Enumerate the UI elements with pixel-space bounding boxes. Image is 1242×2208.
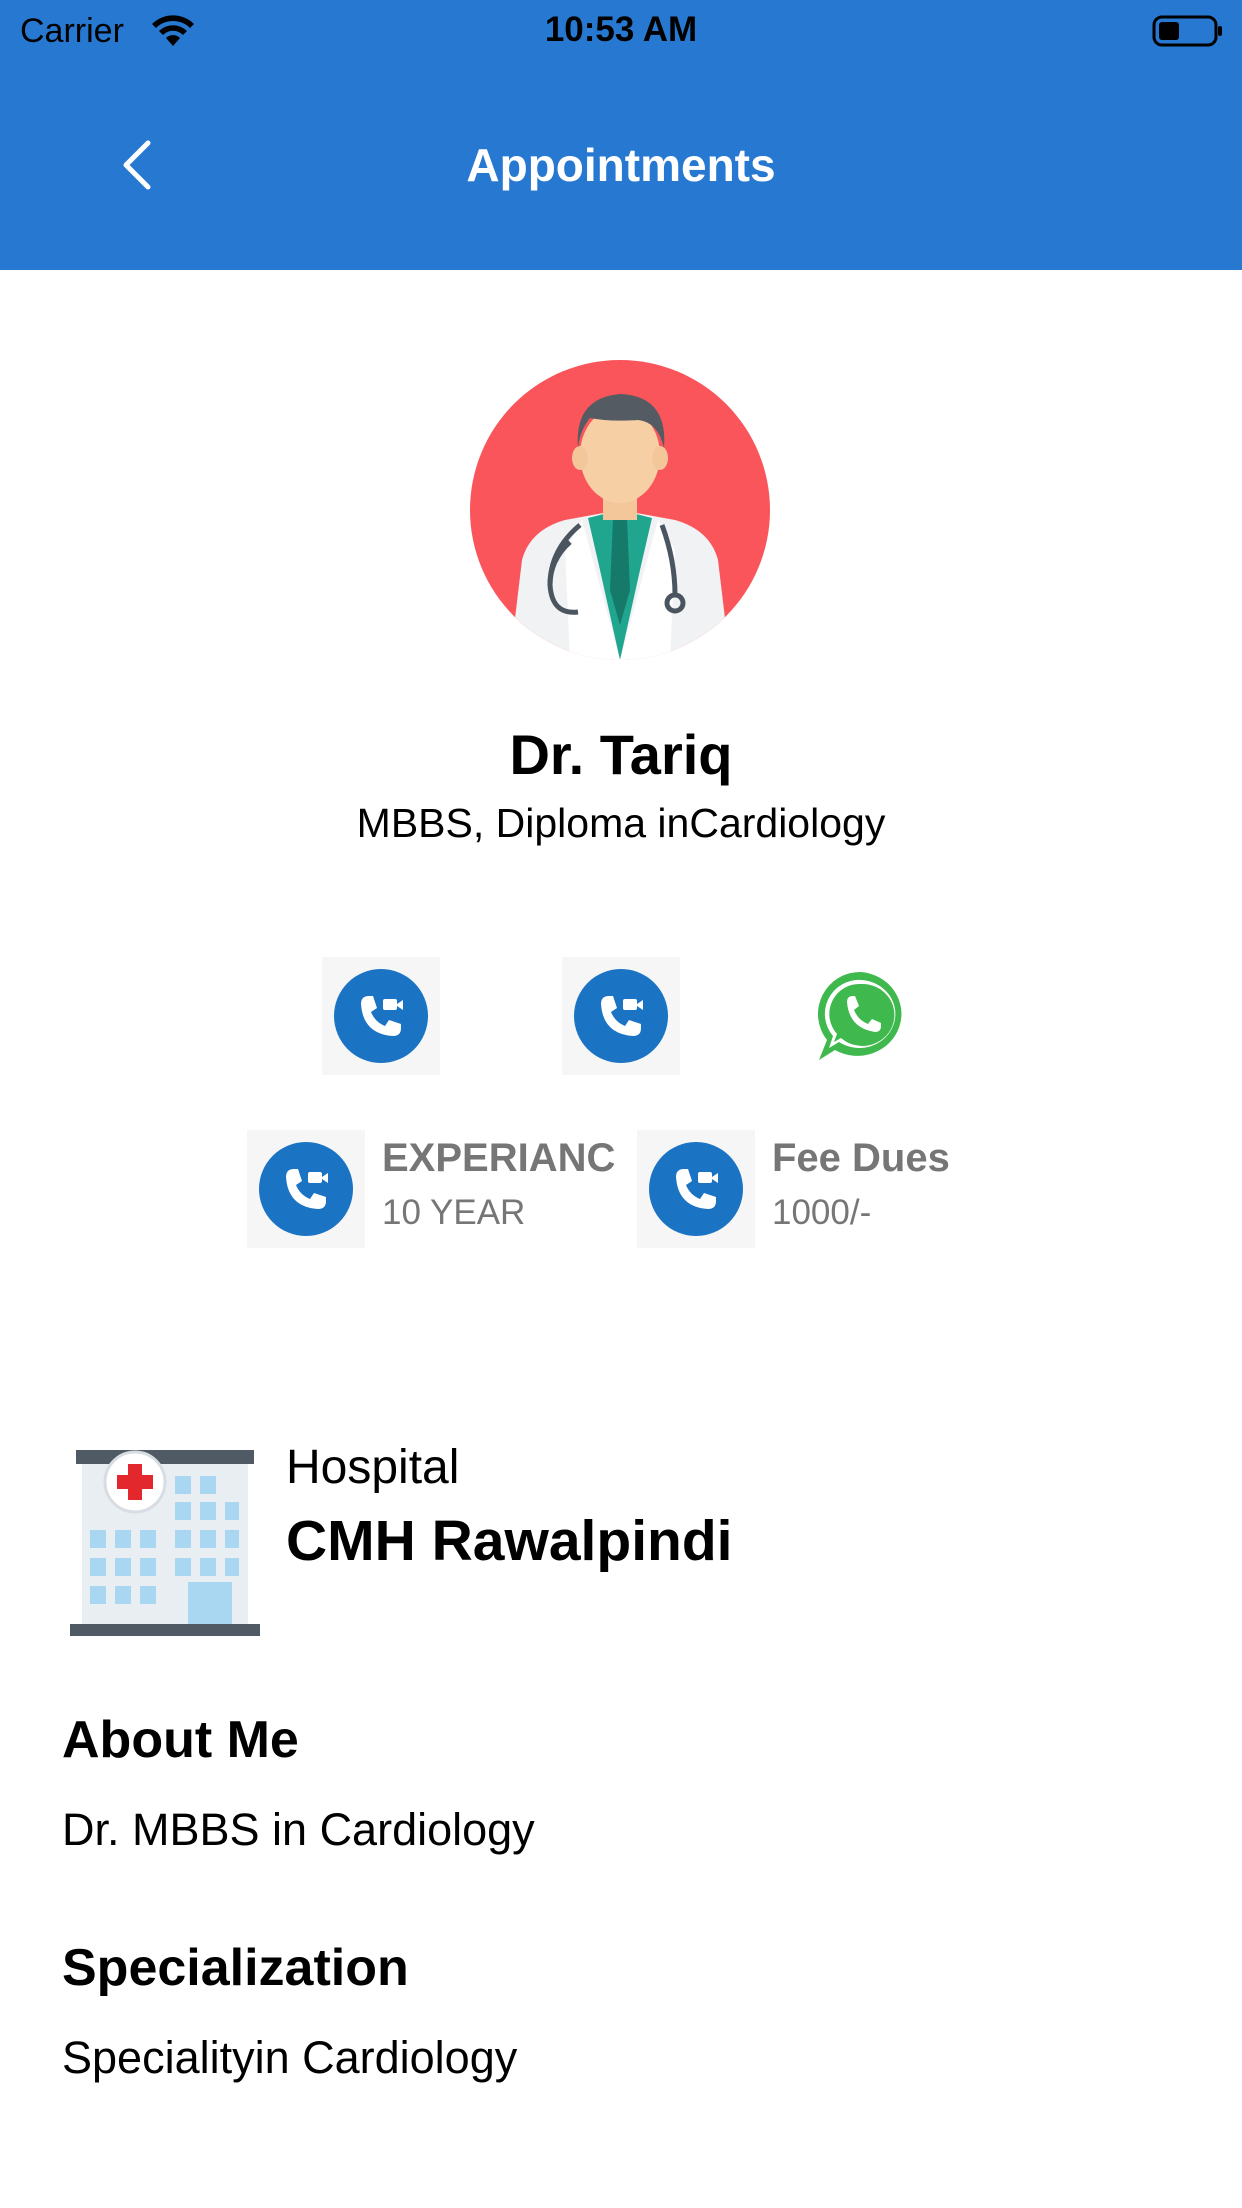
experience-title: EXPERIANC xyxy=(382,1136,616,1180)
specialization-text: Specialityin Cardiology xyxy=(62,2032,518,2083)
voice-call-button[interactable] xyxy=(562,957,680,1075)
status-bar: Carrier 10:53 AM xyxy=(0,0,1242,64)
doctor-profile-screen: Carrier 10:53 AM Appointments Dr. Tariq … xyxy=(0,0,1242,2208)
hospital-icon xyxy=(70,1450,260,1636)
doctor-qualifications: MBBS, Diploma inCardiology xyxy=(356,800,886,846)
battery-icon xyxy=(1152,15,1222,47)
video-call-icon xyxy=(259,1142,353,1236)
video-call-icon xyxy=(334,969,428,1063)
nav-header: Carrier 10:53 AM Appointments xyxy=(0,0,1242,270)
whatsapp-button[interactable] xyxy=(802,957,920,1075)
hospital-label: Hospital xyxy=(286,1441,460,1494)
fee-value: 1000/- xyxy=(772,1193,872,1232)
experience-icon-box xyxy=(247,1130,365,1248)
video-call-icon xyxy=(574,969,668,1063)
video-call-icon xyxy=(649,1142,743,1236)
whatsapp-icon xyxy=(817,971,902,1060)
doctor-name: Dr. Tariq xyxy=(509,723,733,786)
page-title: Appointments xyxy=(466,139,776,191)
hospital-name: CMH Rawalpindi xyxy=(286,1509,733,1573)
about-heading: About Me xyxy=(62,1711,299,1769)
fee-icon-box xyxy=(637,1130,755,1248)
about-text: Dr. MBBS in Cardiology xyxy=(62,1804,535,1855)
video-call-button[interactable] xyxy=(322,957,440,1075)
status-time: 10:53 AM xyxy=(544,10,698,49)
doctor-avatar-icon xyxy=(470,360,770,660)
specialization-heading: Specialization xyxy=(62,1939,409,1997)
experience-value: 10 YEAR xyxy=(382,1193,526,1232)
fee-title: Fee Dues xyxy=(772,1136,950,1180)
